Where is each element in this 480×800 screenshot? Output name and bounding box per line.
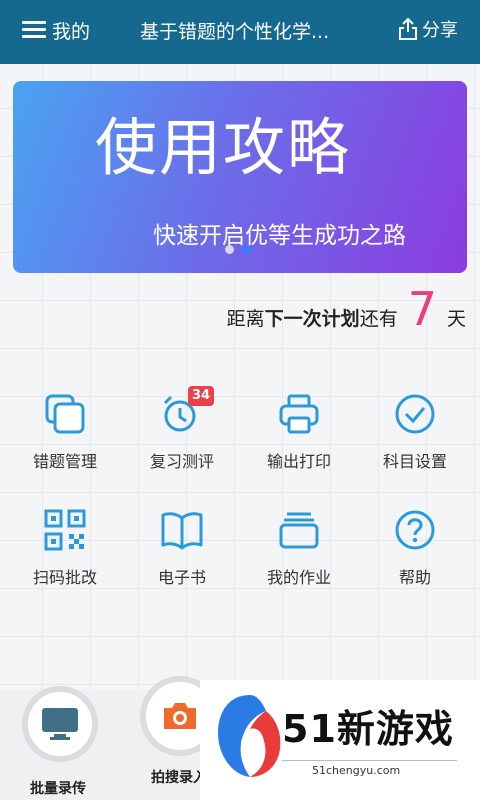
photo-search-label: 拍搜录入 <box>151 770 201 786</box>
check-circle-icon <box>393 392 437 436</box>
countdown-suffix: 天 <box>446 308 466 330</box>
feature-label: 科目设置 <box>382 452 447 471</box>
feature-scan-grade[interactable]: 扫码批改 <box>10 508 120 598</box>
feature-review-test[interactable]: 34 复习测评 <box>127 386 237 482</box>
book-icon <box>160 508 204 552</box>
feature-label: 我的作业 <box>266 568 331 587</box>
feature-label: 复习测评 <box>149 452 214 471</box>
feature-label: 扫码批改 <box>32 568 97 587</box>
feature-help[interactable]: 帮助 <box>360 508 470 598</box>
feature-mistake-manage[interactable]: 错题管理 <box>10 392 120 482</box>
feature-print[interactable]: 输出打印 <box>244 392 354 482</box>
banner-pager <box>225 245 251 254</box>
watermark-domain: 51chengyu.com <box>312 764 401 777</box>
feature-label: 错题管理 <box>32 452 97 471</box>
banner[interactable]: 使用攻略 快速开启优等生成功之路 <box>13 81 467 273</box>
countdown-middle: 还有 <box>359 308 398 330</box>
menu-button[interactable]: 我的 <box>22 16 90 44</box>
banner-title: 使用攻略 <box>95 111 352 184</box>
camera-icon <box>164 703 196 729</box>
countdown-prefix: 距离 <box>226 308 265 330</box>
watermark-text: 51新游戏 <box>282 707 454 751</box>
notification-badge: 34 <box>188 386 215 406</box>
feature-my-homework[interactable]: 我的作业 <box>244 508 354 598</box>
hamburger-icon <box>22 21 46 39</box>
batch-upload-label: 批量录传 <box>30 781 86 797</box>
feature-subject-settings[interactable]: 科目设置 <box>360 392 470 482</box>
top-bar: 我的 基于错题的个性化学... 分享 <box>0 0 480 64</box>
watermark-logo <box>218 695 281 777</box>
banner-subtitle: 快速开启优等生成功之路 <box>153 223 406 249</box>
stack-icon <box>277 508 321 552</box>
countdown-days: 7 <box>407 282 437 336</box>
batch-upload-button[interactable] <box>22 686 98 762</box>
page-title: 基于错题的个性化学... <box>140 21 330 43</box>
printer-icon <box>277 392 321 436</box>
feature-label: 帮助 <box>398 568 431 587</box>
feature-label: 输出打印 <box>266 452 331 471</box>
share-label: 分享 <box>422 20 458 41</box>
pager-dot-active[interactable] <box>242 245 251 254</box>
plan-countdown: 距离 下一次计划 还有 7 天 <box>227 286 466 332</box>
help-icon <box>393 508 437 552</box>
menu-label: 我的 <box>52 20 91 43</box>
qr-code-icon <box>43 508 87 552</box>
share-button[interactable]: 分享 <box>398 16 458 42</box>
feature-label: 电子书 <box>157 568 206 587</box>
feature-ebook[interactable]: 电子书 <box>127 508 237 598</box>
monitor-icon <box>42 708 78 740</box>
watermark: 51新游戏 51chengyu.com <box>200 680 480 800</box>
countdown-highlight: 下一次计划 <box>264 308 360 330</box>
watermark-divider <box>282 760 457 761</box>
pager-dot[interactable] <box>225 245 234 254</box>
share-icon <box>399 17 417 40</box>
copy-icon <box>43 392 87 436</box>
alarm-clock-icon: 34 <box>160 386 215 436</box>
